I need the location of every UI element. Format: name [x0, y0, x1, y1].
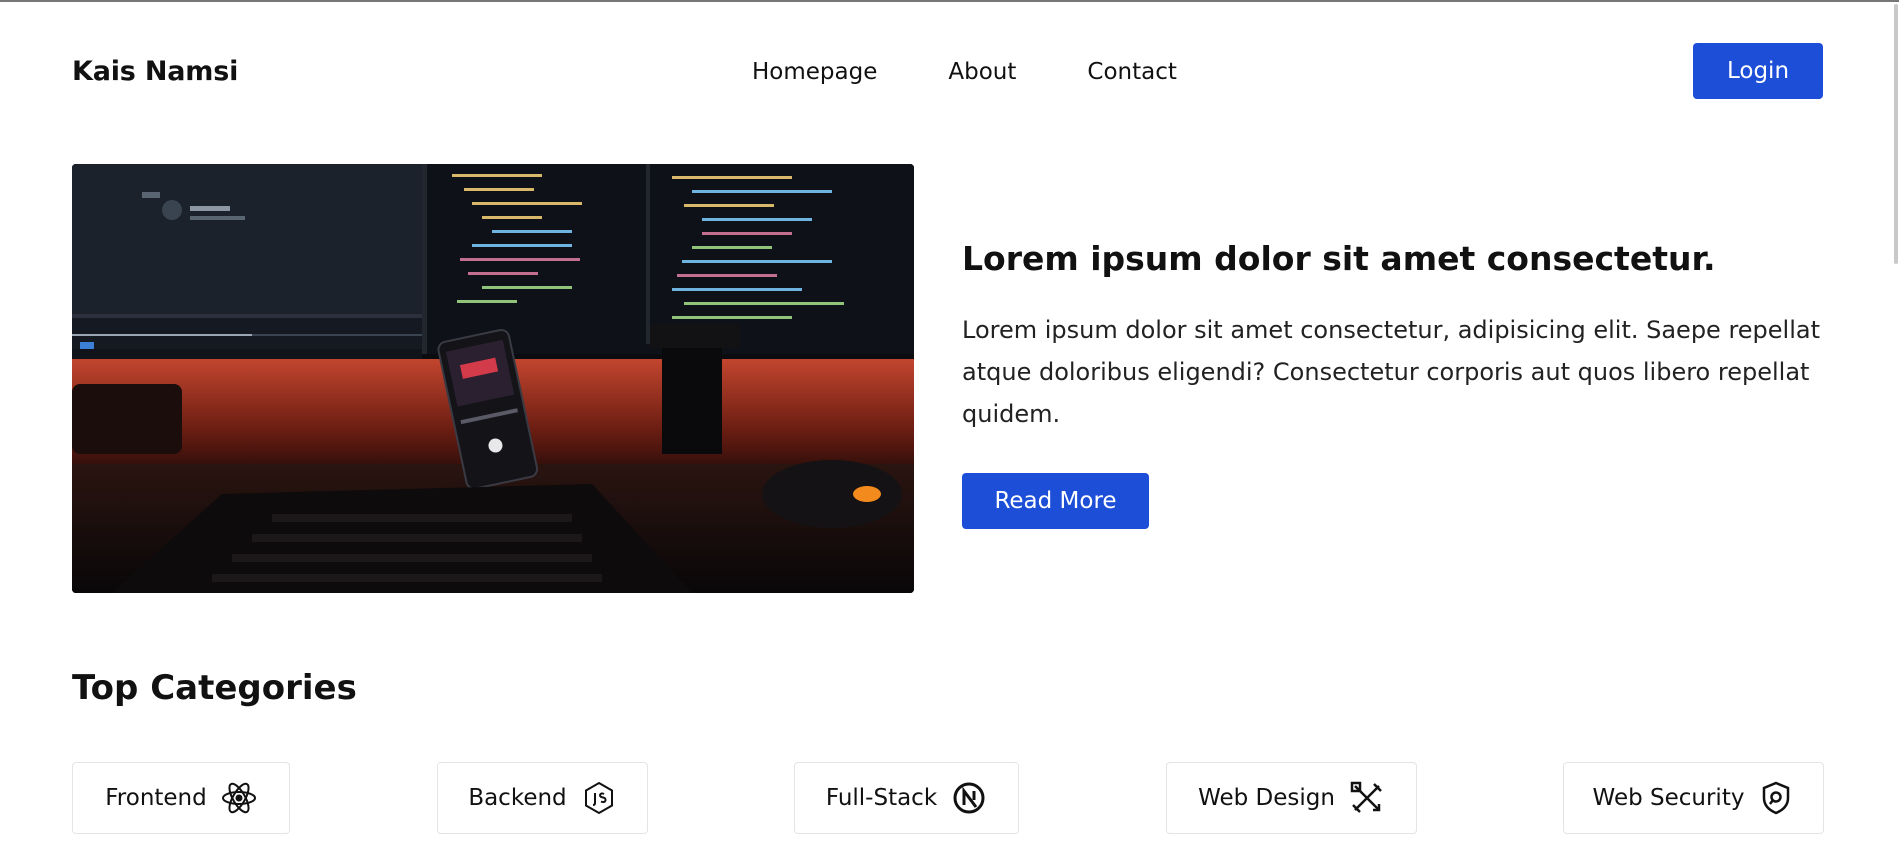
- hero-text: Lorem ipsum dolor sit amet consectetur. …: [962, 238, 1822, 435]
- category-label: Full-Stack: [825, 785, 938, 811]
- shield-search-icon: [1758, 780, 1794, 816]
- design-tools-icon: [1349, 780, 1385, 816]
- nodejs-icon: [581, 780, 617, 816]
- nav-link-contact[interactable]: Contact: [1087, 59, 1176, 85]
- category-label: Web Security: [1592, 785, 1745, 811]
- categories-list: Frontend Backend Full-Stack Web Design W…: [0, 762, 1899, 836]
- main-nav: Homepage About Contact: [752, 59, 1177, 85]
- hero-title: Lorem ipsum dolor sit amet consectetur.: [962, 239, 1716, 278]
- login-button[interactable]: Login: [1693, 43, 1823, 99]
- hero-image: [72, 164, 914, 593]
- nextjs-icon: [951, 780, 987, 816]
- page-scrollbar[interactable]: [1892, 2, 1899, 857]
- scrollbar-thumb[interactable]: [1894, 4, 1898, 264]
- category-card-frontend[interactable]: Frontend: [72, 762, 290, 834]
- site-header: Kais Namsi Homepage About Contact Login: [0, 0, 1890, 145]
- site-brand[interactable]: Kais Namsi: [72, 56, 238, 87]
- nav-link-about[interactable]: About: [948, 59, 1016, 85]
- category-card-web-design[interactable]: Web Design: [1166, 762, 1417, 834]
- nav-link-homepage[interactable]: Homepage: [752, 59, 877, 85]
- category-card-backend[interactable]: Backend: [437, 762, 648, 834]
- hero-body: Lorem ipsum dolor sit amet consectetur, …: [962, 315, 1820, 428]
- read-more-button[interactable]: Read More: [962, 473, 1149, 529]
- category-card-web-security[interactable]: Web Security: [1563, 762, 1824, 834]
- react-icon: [221, 780, 257, 816]
- categories-title: Top Categories: [72, 668, 357, 708]
- category-card-full-stack[interactable]: Full-Stack: [794, 762, 1019, 834]
- category-label: Frontend: [105, 785, 207, 811]
- category-label: Backend: [468, 785, 567, 811]
- category-label: Web Design: [1198, 785, 1335, 811]
